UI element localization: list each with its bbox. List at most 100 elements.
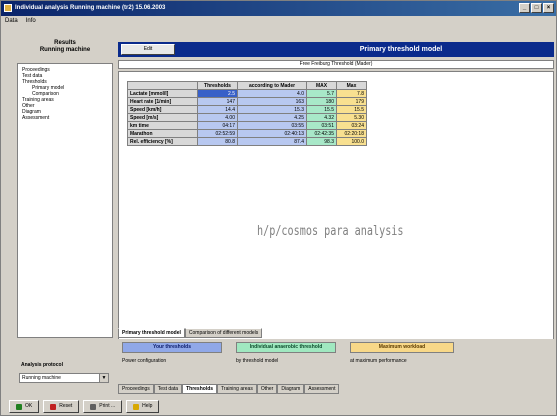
table-header: MAX bbox=[306, 81, 337, 90]
results-content: Thresholds according to Mader MAX Max La… bbox=[118, 71, 554, 358]
table-cell[interactable]: 98.3 bbox=[306, 137, 337, 146]
button-bar: OK Reset Print ... Help bbox=[9, 400, 160, 414]
tree-item-assessment[interactable]: Assessment bbox=[20, 115, 110, 121]
table-cell[interactable]: 100.0 bbox=[336, 137, 367, 146]
table-cell[interactable]: 87.4 bbox=[237, 137, 307, 146]
table-cell[interactable]: 03:55 bbox=[237, 121, 307, 130]
tab-training-areas[interactable]: Training areas bbox=[217, 384, 257, 394]
main-panel: Edit Primary threshold model Free Freibu… bbox=[118, 42, 556, 382]
table-cell[interactable]: 163 bbox=[237, 97, 307, 106]
table-cell[interactable]: 14.4 bbox=[197, 105, 238, 114]
analysis-protocol-label: Analysis protocol bbox=[21, 362, 63, 368]
title-bar: Individual analysis Running machine (tr2… bbox=[1, 1, 556, 16]
legend-note: Power configuration bbox=[122, 358, 167, 364]
tab-test-data[interactable]: Test data bbox=[153, 384, 183, 394]
cross-icon bbox=[50, 403, 57, 410]
help-button[interactable]: Help bbox=[126, 400, 160, 413]
table-row: Marathon 02:52:59 02:40:13 02:42:35 02:2… bbox=[127, 129, 367, 138]
sub-tab-bar: Primary threshold model Comparison of di… bbox=[118, 328, 263, 338]
menu-data[interactable]: Data bbox=[5, 16, 18, 27]
tab-comparison-models[interactable]: Comparison of different models bbox=[184, 328, 263, 338]
table-header: Max bbox=[336, 81, 367, 90]
tab-primary-threshold-model[interactable]: Primary threshold model bbox=[118, 328, 185, 338]
minimize-button[interactable]: _ bbox=[519, 3, 530, 13]
row-label: Heart rate [1/min] bbox=[127, 97, 198, 106]
help-label: Help bbox=[142, 403, 153, 409]
page-title: Primary threshold model bbox=[359, 46, 443, 53]
model-subtitle: Free Freiburg Threshold (Mader) bbox=[118, 60, 554, 69]
table-cell[interactable]: 03:51 bbox=[306, 121, 337, 130]
help-icon bbox=[133, 403, 140, 410]
watermark-text: h/p/cosmos para analysis bbox=[257, 224, 404, 239]
maximum-workload-button[interactable]: Maximum workload bbox=[350, 342, 454, 353]
legend-note: by threshold model bbox=[236, 358, 279, 364]
close-button[interactable]: × bbox=[543, 3, 554, 13]
table-cell[interactable]: 147 bbox=[197, 97, 238, 106]
reset-label: Reset bbox=[59, 403, 73, 409]
table-cell[interactable]: 4.0 bbox=[237, 89, 307, 98]
table-cell[interactable]: 2.5 bbox=[197, 89, 238, 98]
checkmark-icon bbox=[16, 403, 22, 410]
table-cell[interactable]: 03:24 bbox=[336, 121, 367, 130]
tab-other[interactable]: Other bbox=[256, 384, 278, 394]
row-label: km time bbox=[127, 121, 198, 130]
window-controls: _ □ × bbox=[519, 3, 554, 13]
table-cell[interactable]: 5.7 bbox=[306, 89, 337, 98]
table-header-parameter bbox=[127, 81, 198, 90]
individual-anaerobic-threshold-button[interactable]: Individual anaerobic threshold bbox=[236, 342, 336, 353]
row-label: Speed [m/s] bbox=[127, 113, 198, 122]
table-row: Heart rate [1/min] 147 163 180 179 bbox=[127, 97, 367, 106]
row-label: Lactate [mmol/l] bbox=[127, 89, 198, 98]
edit-button[interactable]: Edit bbox=[121, 44, 175, 55]
table-row: Speed [m/s] 4.00 4.25 4.32 5.30 bbox=[127, 113, 367, 122]
row-label: Marathon bbox=[127, 129, 198, 138]
table-cell[interactable]: 4.32 bbox=[306, 113, 337, 122]
threshold-table: Thresholds according to Mader MAX Max La… bbox=[127, 81, 367, 146]
app-icon bbox=[4, 4, 12, 12]
legend-area: Your thresholds Individual anaerobic thr… bbox=[118, 339, 554, 375]
tab-thresholds[interactable]: Thresholds bbox=[182, 384, 218, 394]
ok-label: OK bbox=[25, 403, 33, 409]
left-pane: Results Running machine Proceedings Test… bbox=[17, 40, 113, 383]
table-cell[interactable]: 02:40:13 bbox=[237, 129, 307, 138]
table-cell[interactable]: 04:17 bbox=[197, 121, 238, 130]
table-cell[interactable]: 179 bbox=[336, 97, 367, 106]
table-header: Thresholds bbox=[197, 81, 238, 90]
table-cell[interactable]: 4.25 bbox=[237, 113, 307, 122]
table-row: Lactate [mmol/l] 2.5 4.0 5.7 7.8 bbox=[127, 89, 367, 98]
print-label: Print ... bbox=[99, 403, 116, 409]
row-label: Speed [km/h] bbox=[127, 105, 198, 114]
tab-assessment[interactable]: Assessment bbox=[304, 384, 340, 394]
table-cell[interactable]: 02:52:59 bbox=[197, 129, 238, 138]
bottom-tab-bar: Proceedings Test data Thresholds Trainin… bbox=[118, 384, 340, 394]
header-bar: Edit Primary threshold model bbox=[118, 42, 554, 57]
table-cell[interactable]: 180 bbox=[306, 97, 337, 106]
table-cell[interactable]: 15.3 bbox=[237, 105, 307, 114]
table-cell[interactable]: 4.00 bbox=[197, 113, 238, 122]
table-row: Speed [km/h] 14.4 15.3 15.5 15.5 bbox=[127, 105, 367, 114]
table-cell[interactable]: 15.5 bbox=[306, 105, 337, 114]
tab-proceedings[interactable]: Proceedings bbox=[118, 384, 154, 394]
table-row: km time 04:17 03:55 03:51 03:24 bbox=[127, 121, 367, 130]
analysis-protocol-select[interactable]: Running machine ▼ bbox=[19, 373, 109, 383]
table-cell[interactable]: 02:42:35 bbox=[306, 129, 337, 138]
navigation-tree: Proceedings Test data Thresholds Primary… bbox=[17, 63, 113, 338]
edit-button-label: Edit bbox=[143, 46, 153, 52]
maximize-button[interactable]: □ bbox=[531, 3, 542, 13]
table-cell[interactable]: 80.8 bbox=[197, 137, 238, 146]
your-thresholds-button[interactable]: Your thresholds bbox=[122, 342, 222, 353]
tab-diagram[interactable]: Diagram bbox=[277, 384, 305, 394]
ok-button[interactable]: OK bbox=[9, 400, 40, 413]
results-subtitle: Running machine bbox=[39, 47, 91, 53]
application-window: Individual analysis Running machine (tr2… bbox=[0, 0, 557, 416]
reset-button[interactable]: Reset bbox=[43, 400, 80, 413]
chevron-down-icon[interactable]: ▼ bbox=[99, 374, 108, 382]
table-cell[interactable]: 15.5 bbox=[336, 105, 367, 114]
table-cell[interactable]: 7.8 bbox=[336, 89, 367, 98]
analysis-protocol-value: Running machine bbox=[22, 375, 61, 381]
menu-info[interactable]: Info bbox=[26, 16, 36, 27]
print-button[interactable]: Print ... bbox=[83, 400, 123, 413]
window-title: Individual analysis Running machine (tr2… bbox=[15, 5, 166, 11]
table-cell[interactable]: 5.30 bbox=[336, 113, 367, 122]
table-cell[interactable]: 02:20:18 bbox=[336, 129, 367, 138]
